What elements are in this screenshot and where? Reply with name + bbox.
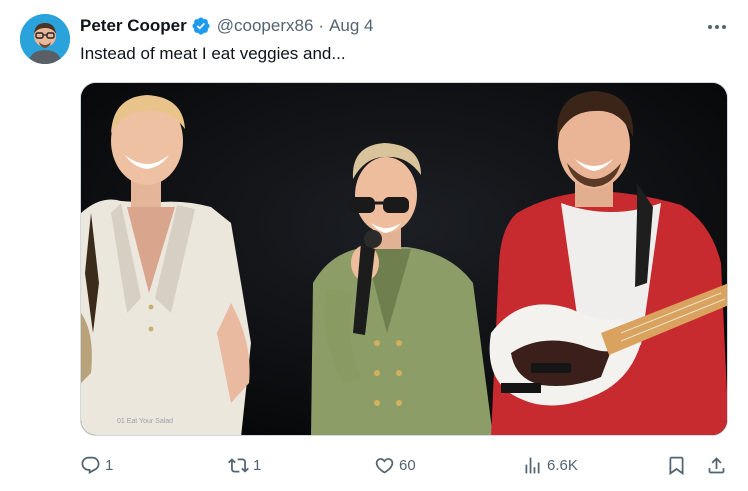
reply-icon (81, 456, 100, 474)
tweet-header: Peter Cooper @cooperx86 · Aug 4 (80, 15, 374, 37)
views-chart-icon (525, 457, 540, 473)
tweet-text: Instead of meat I eat veggies and... (80, 44, 346, 63)
dot-icon (715, 25, 719, 29)
like-count: 60 (399, 456, 416, 474)
repost-icon (228, 457, 249, 473)
dot-icon (708, 25, 712, 29)
bookmark-icon (669, 456, 684, 475)
like-button[interactable]: 60 (374, 448, 416, 482)
bookmark-button[interactable] (666, 448, 687, 482)
verified-badge-icon[interactable] (191, 16, 211, 36)
dot-icon (722, 25, 726, 29)
tweet-actions: 1 1 60 6.6K (80, 448, 728, 482)
more-options-icon[interactable] (700, 18, 734, 36)
video-frame-image: 01 Eat Your Salad (81, 83, 727, 435)
reply-button[interactable]: 1 (80, 448, 113, 482)
repost-button[interactable]: 1 (228, 448, 261, 482)
tweet-card[interactable]: Peter Cooper @cooperx86 · Aug 4 Instead … (0, 0, 748, 491)
author-name[interactable]: Peter Cooper (80, 16, 187, 36)
avatar[interactable] (20, 14, 70, 64)
views-button[interactable]: 6.6K (522, 448, 578, 482)
heart-icon (375, 457, 394, 474)
views-count: 6.6K (547, 456, 578, 474)
separator-dot: · (318, 16, 325, 35)
share-icon (708, 456, 725, 473)
tweet-date[interactable]: Aug 4 (329, 16, 373, 36)
avatar-image (20, 14, 70, 64)
repost-count: 1 (253, 456, 262, 474)
video-overlay-caption: 01 Eat Your Salad (117, 418, 173, 425)
share-button[interactable] (706, 448, 727, 482)
reply-count: 1 (105, 456, 114, 474)
author-handle[interactable]: @cooperx86 (217, 16, 314, 36)
tweet-media-video[interactable]: 01 Eat Your Salad (80, 82, 728, 436)
